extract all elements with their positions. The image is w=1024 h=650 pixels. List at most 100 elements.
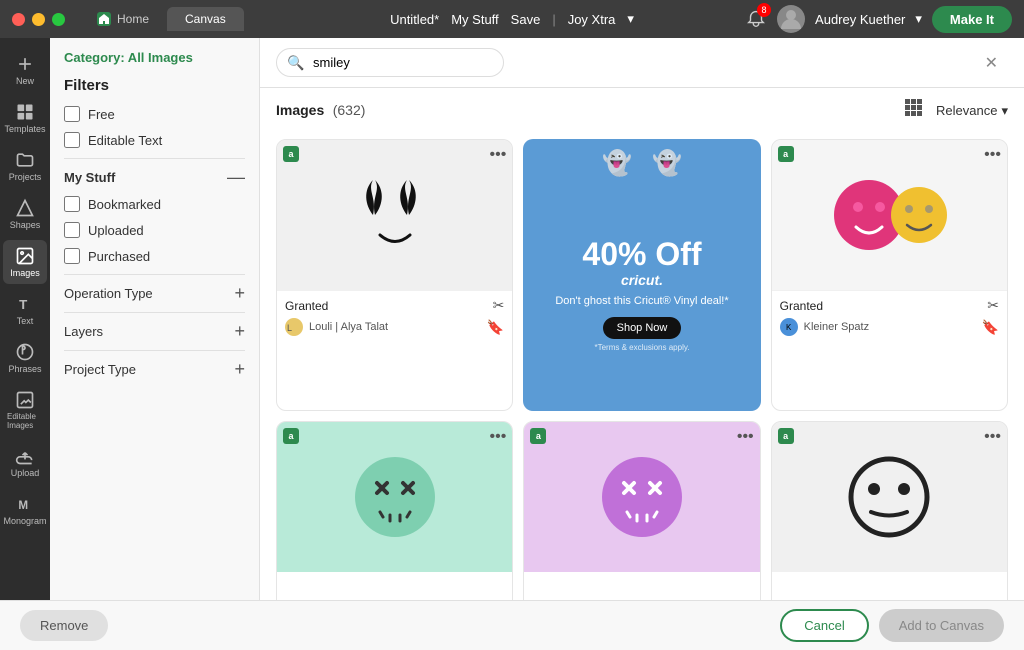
editable-text-checkbox[interactable] [64,132,80,148]
card-img-area-6: a ••• [772,422,1007,572]
relevance-sort-button[interactable]: Relevance ▾ [936,103,1008,119]
add-to-canvas-button[interactable]: Add to Canvas [879,609,1004,642]
ad-brand-text: cricut. [621,272,663,288]
ghost-icon-left: 👻 [602,149,632,178]
divider-1 [64,158,245,159]
notif-count: 8 [757,3,771,17]
title-right-area: 8 Audrey Kuether ▾ Make It [745,5,1012,33]
shop-now-button[interactable]: Shop Now [603,317,682,339]
bottom-bar: Remove Cancel Add to Canvas [0,600,1024,650]
sidebar-item-text[interactable]: T Text [3,288,47,332]
bookmarked-checkbox[interactable] [64,196,80,212]
minimize-dot[interactable] [32,13,45,26]
tab-bar: Home Canvas [79,7,244,31]
project-type-label: Project Type [64,362,136,377]
operation-type-expand-icon: + [234,283,245,304]
sidebar-text-label: Text [17,316,34,326]
flame-face-svg [345,160,445,270]
sidebar-templates-label: Templates [4,124,45,134]
icon-sidebar: New Templates Projects Shapes Images T T… [0,38,50,650]
sidebar-item-images[interactable]: Images [3,240,47,284]
filters-panel: Category: All Images Filters Free Editab… [50,38,260,650]
maximize-dot[interactable] [52,13,65,26]
creator-avatar-3: K [780,318,798,336]
card4-svg [345,447,445,547]
creator-avatar-1: L [285,318,303,336]
ad-body-text: Don't ghost this Cricut® Vinyl deal!* [555,294,728,308]
card-footer-bottom-1: L Louli | Alya Talat 🔖 [285,318,504,336]
save-link[interactable]: Save [511,12,541,27]
layers-expand-icon: + [234,321,245,342]
card-img-area-3: a ••• [772,140,1007,290]
my-stuff-link[interactable]: My Stuff [451,12,498,27]
doc-title-area: Untitled* My Stuff Save | Joy Xtra ▾ [390,11,634,27]
bookmark-icon-1[interactable]: 🔖 [487,319,504,336]
clear-search-icon[interactable]: ✕ [985,53,998,73]
card-menu-3[interactable]: ••• [984,146,1001,164]
window-controls [12,13,65,26]
bookmarked-label: Bookmarked [88,197,161,212]
sidebar-item-upload[interactable]: Upload [3,440,47,484]
purchased-filter-row: Purchased [64,248,245,264]
sidebar-monogram-label: Monogram [3,516,46,526]
sidebar-item-editable-images[interactable]: Editable Images [3,384,47,436]
card-footer-top-3: Granted ✂ [780,297,999,314]
uploaded-filter-row: Uploaded [64,222,245,238]
image-grid: a ••• Grante [260,129,1024,650]
title-bar: Home Canvas Untitled* My Stuff Save | Jo… [0,0,1024,38]
layers-label: Layers [64,324,103,339]
uploaded-label: Uploaded [88,223,144,238]
sidebar-item-monogram[interactable]: M Monogram [3,488,47,532]
sidebar-item-templates[interactable]: Templates [3,96,47,140]
collapse-button[interactable]: — [227,167,245,188]
card-footer-1: Granted ✂ L Louli | Alya Talat 🔖 [277,290,512,342]
notification-bell[interactable]: 8 [745,7,767,32]
make-it-button[interactable]: Make It [932,6,1012,33]
creator-name-3: Kleiner Spatz [804,321,976,333]
free-filter-row: Free [64,106,245,122]
free-checkbox[interactable] [64,106,80,122]
free-label: Free [88,107,115,122]
content-area: 🔍 ✕ Images (632) Relevance ▾ [260,38,1024,650]
sidebar-item-projects[interactable]: Projects [3,144,47,188]
tab-canvas-label: Canvas [185,12,226,26]
sidebar-item-phrases[interactable]: Phrases [3,336,47,380]
tab-home[interactable]: Home [79,7,167,31]
cancel-button[interactable]: Cancel [780,609,868,642]
bottom-right-actions: Cancel Add to Canvas [780,609,1004,642]
results-count: Images (632) [276,102,365,120]
user-name[interactable]: Audrey Kuether [815,12,905,27]
card-menu-6[interactable]: ••• [984,428,1001,446]
card-badge-6: a [778,428,794,444]
bookmark-icon-3[interactable]: 🔖 [982,319,999,336]
card-menu-1[interactable]: ••• [490,146,507,164]
card-menu-4[interactable]: ••• [490,428,507,446]
sidebar-item-new[interactable]: New [3,48,47,92]
results-header: Images (632) Relevance ▾ [260,88,1024,129]
svg-text:T: T [19,297,27,312]
uploaded-checkbox[interactable] [64,222,80,238]
machine-name[interactable]: Joy Xtra [568,12,616,27]
sidebar-item-shapes[interactable]: Shapes [3,192,47,236]
remove-button[interactable]: Remove [20,610,108,641]
search-input[interactable] [276,48,504,77]
relevance-label: Relevance [936,103,997,118]
ad-discount-text: 40% Off [582,238,701,270]
card-menu-5[interactable]: ••• [737,428,754,446]
sidebar-new-label: New [16,76,34,86]
avatar[interactable] [777,5,805,33]
doc-title: Untitled* [390,12,439,27]
ghost-icon-right: 👻 [652,149,682,178]
operation-type-section[interactable]: Operation Type + [64,274,245,312]
close-dot[interactable] [12,13,25,26]
project-type-section[interactable]: Project Type + [64,350,245,388]
card-footer-top-1: Granted ✂ [285,297,504,314]
granted-label-1: Granted [285,299,328,313]
purchased-checkbox[interactable] [64,248,80,264]
ad-fine-print: *Terms & exclusions apply. [594,343,689,352]
scissors-icon-3: ✂ [987,297,999,314]
tab-canvas[interactable]: Canvas [167,7,244,31]
ad-discount: 40% Off [582,238,701,270]
layers-section[interactable]: Layers + [64,312,245,350]
grid-toggle[interactable] [904,98,924,123]
